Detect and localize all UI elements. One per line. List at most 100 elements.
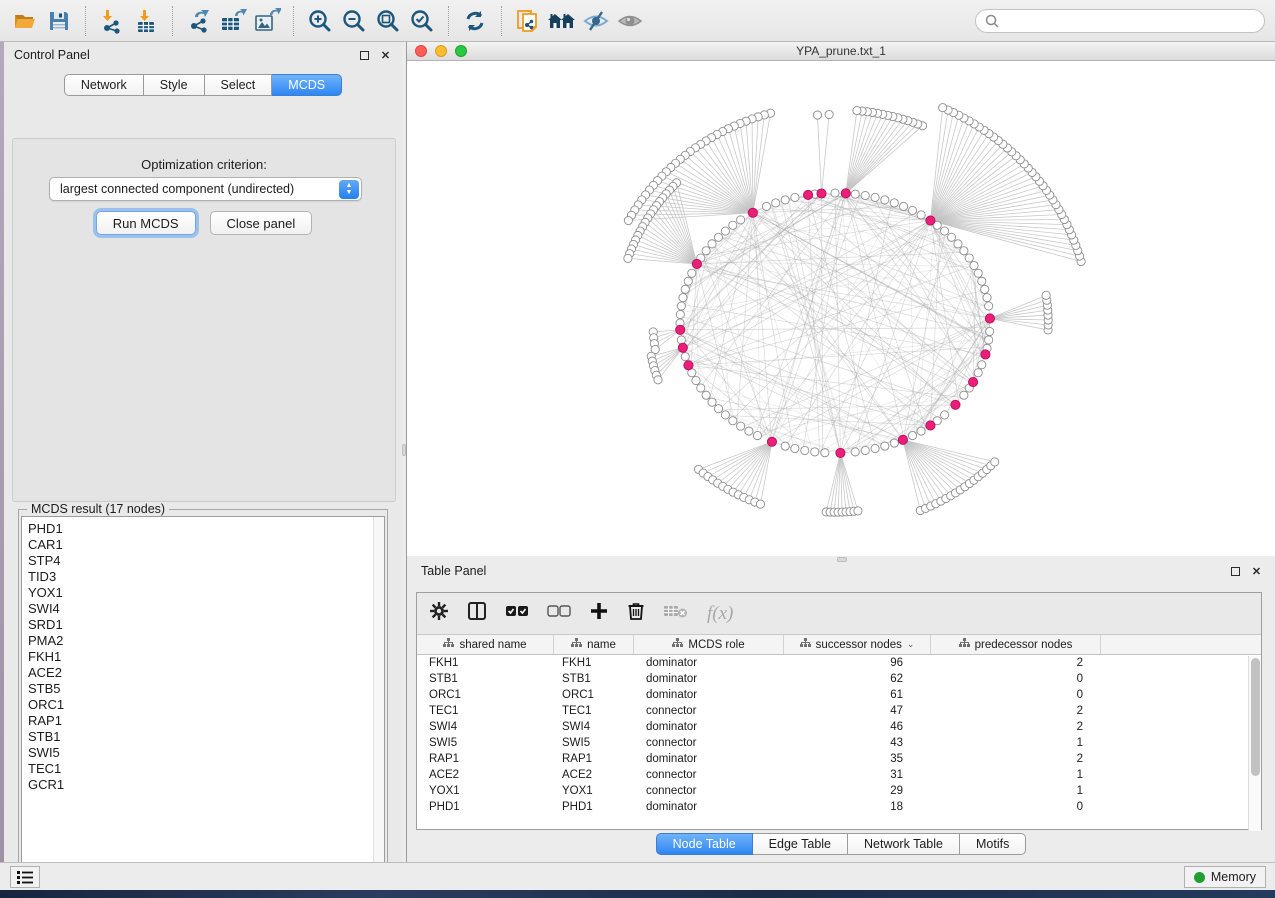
column-header-shared-name[interactable]: shared name (417, 635, 554, 654)
network-node[interactable] (729, 221, 737, 229)
network-node[interactable] (939, 104, 947, 112)
cell-MCDS-role[interactable]: dominator (634, 751, 784, 767)
mcds-result-item[interactable]: TEC1 (28, 761, 384, 777)
network-node[interactable] (676, 310, 684, 318)
tab-select[interactable]: Select (205, 74, 273, 96)
cell-MCDS-role[interactable]: connector (634, 735, 784, 751)
cell-name[interactable]: STB1 (554, 671, 634, 687)
network-node[interactable] (714, 405, 722, 413)
network-node[interactable] (853, 106, 861, 114)
network-node[interactable] (692, 376, 700, 384)
table-row[interactable]: SWI4SWI4dominator462 (417, 719, 1261, 735)
network-node[interactable] (756, 500, 764, 508)
tab-network[interactable]: Network (64, 74, 144, 96)
network-node[interactable] (960, 247, 968, 255)
network-node[interactable] (681, 285, 689, 293)
network-node[interactable] (714, 233, 722, 241)
network-node[interactable] (917, 211, 925, 219)
refresh-icon[interactable] (458, 4, 492, 38)
cell-name[interactable]: RAP1 (554, 751, 634, 767)
tab-node-table[interactable]: Node Table (656, 833, 753, 855)
export-image-icon[interactable] (250, 4, 284, 38)
network-node[interactable] (974, 269, 982, 277)
search-box[interactable] (975, 9, 1265, 33)
cell-MCDS-role[interactable]: dominator (634, 799, 784, 815)
mcds-result-list[interactable]: PHD1CAR1STP4TID3YOX1SWI4SRD1PMA2FKH1ACE2… (21, 516, 385, 878)
float-panel-icon[interactable] (358, 49, 371, 62)
cell-successor-nodes[interactable]: 31 (784, 767, 931, 783)
column-header-name[interactable]: name (554, 635, 634, 654)
mcds-result-item[interactable]: PHD1 (28, 521, 384, 537)
network-node[interactable] (708, 398, 716, 406)
network-node[interactable] (978, 277, 986, 285)
cell-MCDS-role[interactable]: connector (634, 783, 784, 799)
horizontal-splitter-grip[interactable] (837, 557, 847, 562)
network-node[interactable] (908, 206, 916, 214)
network-node[interactable] (624, 216, 632, 224)
delete-column-icon[interactable] (627, 601, 645, 626)
network-node[interactable] (697, 384, 705, 392)
network-window-titlebar[interactable]: YPA_prune.txt_1 (407, 42, 1275, 61)
table-row[interactable]: TEC1TEC1connector472 (417, 703, 1261, 719)
split-columns-icon[interactable] (467, 601, 487, 626)
mcds-node[interactable] (898, 435, 907, 444)
network-node[interactable] (871, 444, 879, 452)
network-node[interactable] (851, 190, 859, 198)
table-row[interactable]: SWI5SWI5connector431 (417, 735, 1261, 751)
network-node[interactable] (854, 507, 862, 515)
cell-shared-name[interactable]: PHD1 (417, 799, 554, 815)
network-node[interactable] (679, 294, 687, 302)
table-row[interactable]: RAP1RAP1dominator352 (417, 751, 1261, 767)
cell-predecessor-nodes[interactable]: 1 (931, 767, 1101, 783)
cell-successor-nodes[interactable]: 62 (784, 671, 931, 687)
mcds-node[interactable] (985, 314, 994, 323)
network-node[interactable] (737, 422, 745, 430)
network-node[interactable] (983, 294, 991, 302)
network-node[interactable] (890, 199, 898, 207)
network-node[interactable] (831, 189, 839, 197)
cell-successor-nodes[interactable]: 96 (784, 655, 931, 671)
network-node[interactable] (974, 369, 982, 377)
deselect-all-columns-icon[interactable] (547, 603, 571, 624)
tab-network-table[interactable]: Network Table (848, 833, 960, 855)
cell-shared-name[interactable]: ORC1 (417, 687, 554, 703)
cell-predecessor-nodes[interactable]: 0 (931, 671, 1101, 687)
network-node[interactable] (899, 202, 907, 210)
network-node[interactable] (729, 417, 737, 425)
mcds-node[interactable] (836, 448, 845, 457)
network-node[interactable] (745, 427, 753, 435)
cell-MCDS-role[interactable]: connector (634, 767, 784, 783)
cell-shared-name[interactable]: FKH1 (417, 655, 554, 671)
float-table-panel-icon[interactable] (1229, 565, 1242, 578)
network-node[interactable] (986, 327, 994, 335)
column-header-successor-nodes[interactable]: successor nodes⌄ (784, 635, 931, 654)
cell-MCDS-role[interactable]: dominator (634, 671, 784, 687)
network-node[interactable] (954, 240, 962, 248)
network-node[interactable] (702, 391, 710, 399)
table-row[interactable]: ORC1ORC1dominator610 (417, 687, 1261, 703)
zoom-selected-icon[interactable] (405, 4, 439, 38)
mcds-node[interactable] (684, 361, 693, 370)
cell-shared-name[interactable]: RAP1 (417, 751, 554, 767)
export-network-icon[interactable] (182, 4, 216, 38)
network-node[interactable] (890, 439, 898, 447)
memory-button[interactable]: Memory (1184, 866, 1266, 888)
column-header-predecessor-nodes[interactable]: predecessor nodes (931, 635, 1101, 654)
mcds-result-item[interactable]: CAR1 (28, 537, 384, 553)
network-node[interactable] (981, 285, 989, 293)
task-history-button[interactable] (10, 866, 40, 888)
network-node[interactable] (681, 353, 689, 361)
hide-selected-icon[interactable] (579, 4, 613, 38)
network-node[interactable] (737, 216, 745, 224)
open-icon[interactable] (8, 4, 42, 38)
mcds-node[interactable] (767, 437, 776, 446)
cell-name[interactable]: ACE2 (554, 767, 634, 783)
cell-shared-name[interactable]: STB1 (417, 671, 554, 687)
table-scrollbar[interactable] (1248, 656, 1261, 831)
mcds-node[interactable] (817, 189, 826, 198)
mcds-result-item[interactable]: STB5 (28, 681, 384, 697)
network-node[interactable] (791, 444, 799, 452)
function-builder-icon[interactable]: f(x) (707, 603, 733, 625)
mcds-node[interactable] (981, 350, 990, 359)
gear-icon[interactable] (429, 601, 449, 626)
